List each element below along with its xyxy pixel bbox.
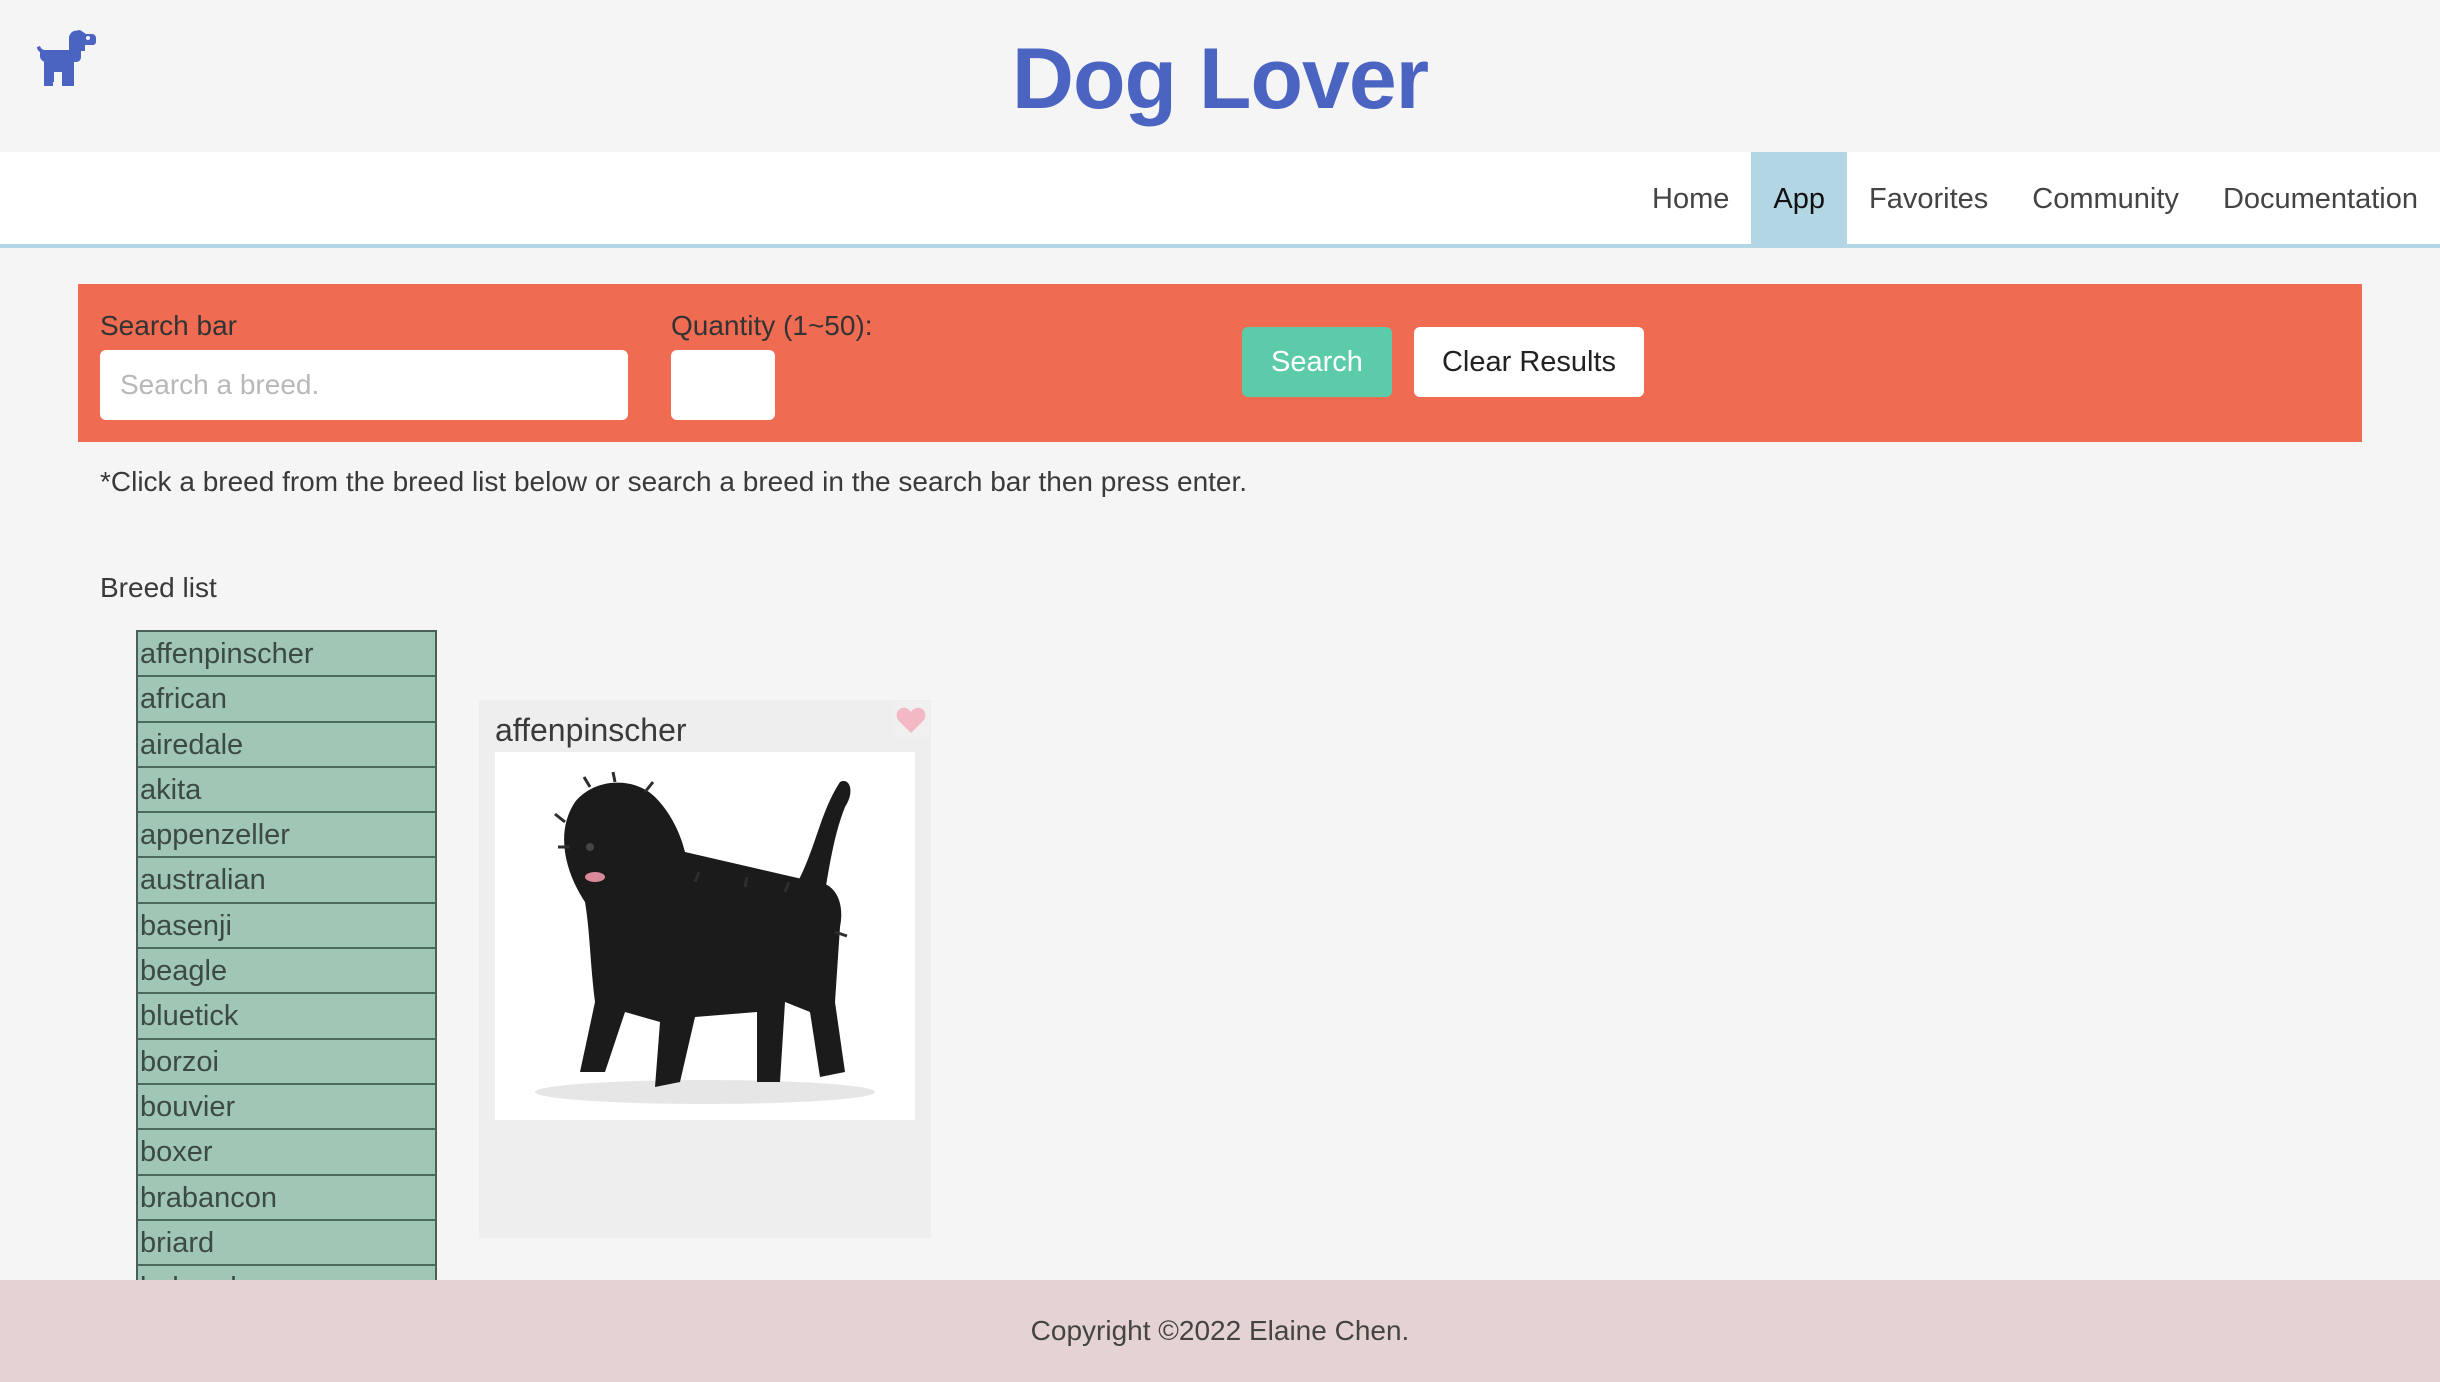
result-card: affenpinscher: [479, 700, 931, 1238]
breed-list[interactable]: affenpinscher african airedale akita app…: [136, 630, 437, 1280]
search-input[interactable]: [100, 350, 628, 420]
quantity-input[interactable]: [671, 350, 775, 420]
breed-list-item[interactable]: appenzeller: [138, 813, 435, 859]
footer: Copyright ©2022 Elaine Chen.: [0, 1280, 2440, 1382]
breed-list-item[interactable]: buhund: [138, 1266, 435, 1280]
nav-item-favorites[interactable]: Favorites: [1847, 152, 2010, 246]
dog-photo: [495, 752, 915, 1120]
nav-item-community[interactable]: Community: [2010, 152, 2201, 246]
breed-list-item[interactable]: boxer: [138, 1130, 435, 1176]
nav-item-app[interactable]: App: [1751, 152, 1848, 246]
heart-icon[interactable]: [893, 702, 929, 738]
breed-list-item[interactable]: african: [138, 677, 435, 723]
breed-list-item[interactable]: affenpinscher: [138, 632, 435, 678]
result-breed-name: affenpinscher: [495, 712, 687, 748]
search-button[interactable]: Search: [1242, 327, 1392, 397]
site-header: Dog Lover: [0, 0, 2440, 152]
breed-list-item[interactable]: airedale: [138, 722, 435, 768]
breed-list-item[interactable]: basenji: [138, 903, 435, 950]
quantity-label: Quantity (1~50):: [671, 310, 873, 341]
instruction-text: *Click a breed from the breed list below…: [100, 466, 1248, 497]
breed-list-item[interactable]: borzoi: [138, 1039, 435, 1085]
breed-list-item[interactable]: beagle: [138, 949, 435, 995]
navbar: Home App Favorites Community Documentati…: [0, 152, 2440, 248]
search-panel: Search bar Quantity (1~50): Search Clear…: [78, 284, 2362, 442]
copyright-text: Copyright ©2022 Elaine Chen.: [1030, 1315, 1410, 1346]
nav-item-home[interactable]: Home: [1630, 152, 1751, 246]
breed-list-item[interactable]: australian: [138, 858, 435, 904]
breed-list-item[interactable]: brabancon: [138, 1175, 435, 1221]
clear-results-button[interactable]: Clear Results: [1414, 327, 1644, 397]
breed-list-item[interactable]: akita: [138, 767, 435, 814]
breed-list-item[interactable]: briard: [138, 1220, 435, 1267]
site-title: Dog Lover: [1011, 31, 1429, 127]
breed-list-item[interactable]: bouvier: [138, 1084, 435, 1131]
nav-item-documentation[interactable]: Documentation: [2201, 152, 2440, 246]
search-bar-label: Search bar: [100, 310, 237, 341]
breed-list-label: Breed list: [100, 572, 217, 603]
breed-list-item[interactable]: bluetick: [138, 994, 435, 1040]
